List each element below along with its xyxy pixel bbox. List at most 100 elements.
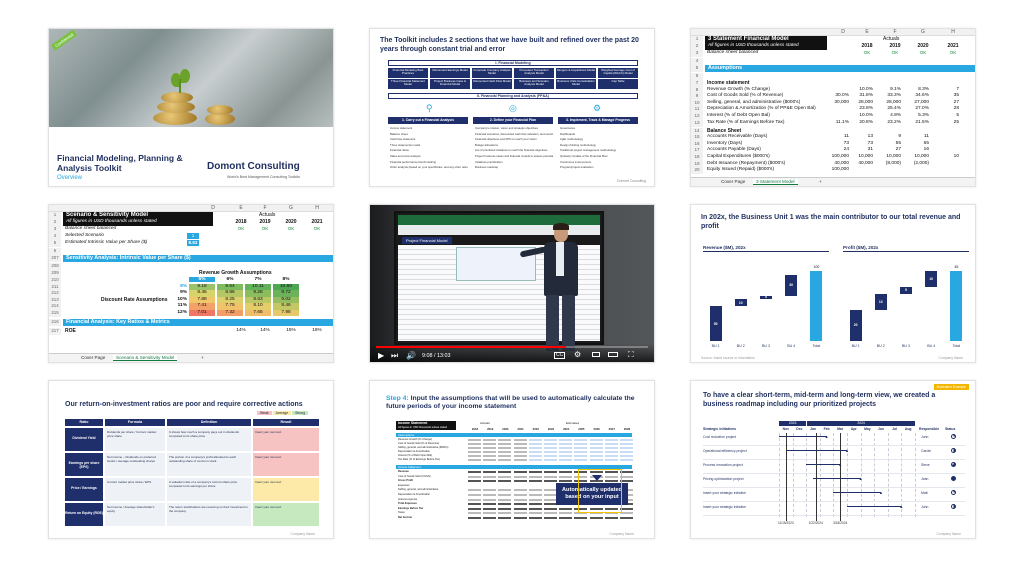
value-cell: [544, 443, 557, 445]
video-player[interactable]: Project Financial Model ▶ ⏭ 🔊 9:08 / 13:…: [369, 204, 655, 363]
year-header: 2020: [917, 43, 929, 49]
volume-icon[interactable]: 🔊: [406, 351, 416, 360]
progress-bar[interactable]: [376, 346, 648, 348]
scenario-input[interactable]: 1: [187, 233, 199, 239]
column-header: F: [893, 29, 897, 35]
value-cell: [559, 475, 573, 478]
ivps-value: 8.63: [187, 240, 199, 246]
value-cell: [544, 447, 557, 449]
row-number: 4: [691, 58, 703, 65]
status-icon: [951, 476, 956, 481]
row-number: 20: [691, 167, 703, 175]
date-label: 3/18/2024: [833, 521, 848, 525]
bs-value: 55: [895, 140, 901, 146]
add-sheet-button[interactable]: +: [201, 355, 204, 360]
slide-thumbnail-overview[interactable]: Confidential Financial Modeling, Plannin…: [48, 28, 334, 187]
value-cell: [498, 480, 512, 483]
assumption-label: Depreciation & Amortization: [398, 450, 431, 453]
slide-thumbnail-bu-charts[interactable]: In 202x, the Business Unit 1 was the mai…: [690, 204, 976, 363]
value-cell: [483, 507, 497, 510]
timeline-bar: [806, 464, 841, 465]
row-divider: [703, 445, 965, 446]
spreadsheet-3-statement-model[interactable]: D E F G H 13 Statement Financial Model Actuals…: [690, 28, 976, 187]
value-cell: [544, 471, 557, 473]
month-label: Nov: [782, 427, 789, 431]
row-number: 2: [691, 43, 703, 50]
year-header: 2024: [563, 427, 570, 431]
bs-label: Debt Issuance (Repayment) ($000's): [707, 160, 786, 166]
bs-value: 40,000: [858, 160, 873, 166]
fullscreen-icon[interactable]: ⛶: [628, 350, 634, 360]
status-icon: [951, 434, 956, 439]
value-cell: [483, 455, 497, 457]
section-header: Assumptions: [705, 65, 975, 72]
assumption-value: 28,000: [886, 99, 901, 105]
rga-label: Revenue Growth Assumptions: [199, 270, 272, 276]
bs-value: 13: [867, 134, 873, 140]
value-cell: [528, 471, 542, 473]
column-header: H: [951, 29, 955, 35]
slide-thumbnail-roi-ratios[interactable]: Our return-on-investment ratios are poor…: [48, 380, 334, 539]
slide-thumbnail-toolkit-sections[interactable]: The Toolkit includes 2 sections that we …: [369, 28, 655, 187]
category-label: BU 3: [761, 344, 770, 348]
date-label: 11/15/2023: [777, 521, 794, 525]
model-box: Three Financial Statement Model: [388, 79, 428, 89]
play-icon[interactable]: ▶: [378, 351, 384, 360]
data-label: 50: [713, 321, 718, 326]
row-number: 1: [49, 212, 61, 219]
ratio-formula: Current market price share / EPS: [105, 478, 165, 501]
step-bullet: Dashboards: [560, 131, 576, 136]
legend-strong: Strong: [292, 411, 309, 415]
tab-cover-page[interactable]: Cover Page: [81, 355, 105, 360]
value-cell: [468, 494, 481, 496]
value-cell: [559, 512, 573, 515]
bs-value: 24: [843, 147, 849, 153]
sensitivity-cell: 7.41: [189, 303, 215, 310]
value-cell: [528, 480, 542, 483]
value-cell: [468, 503, 481, 506]
add-sheet-button[interactable]: +: [819, 179, 822, 184]
illustrative-badge: Illustrative Example: [933, 384, 969, 390]
bs-header: Balance Sheet: [707, 127, 742, 134]
captions-icon[interactable]: CC: [554, 352, 566, 359]
value-cell: [483, 443, 497, 445]
value-cell: [574, 455, 588, 457]
value-cell: [589, 459, 603, 461]
value-cell: [513, 455, 527, 457]
slide-thumbnail-income-statement[interactable]: Step 4: Input the assumptions that will …: [369, 380, 655, 539]
timeline-bar: [847, 506, 902, 507]
value-cell: [513, 494, 527, 496]
column-header: G: [921, 29, 925, 35]
tab-cover-page[interactable]: Cover Page: [721, 179, 745, 184]
slide-thumbnail-roadmap[interactable]: Illustrative Example To have a clear sho…: [690, 380, 976, 539]
value-cell: [544, 455, 557, 457]
is-label: Total Expenses: [398, 502, 417, 506]
value-cell: [468, 512, 481, 515]
tab-scenario-sensitivity[interactable]: Scenario & Sensitivity Model: [113, 355, 178, 361]
status-icon: [951, 504, 956, 509]
next-icon[interactable]: ⏭: [391, 351, 398, 361]
step-header: 2. Define your Financial Plan: [473, 117, 553, 124]
year-header: 2022: [532, 427, 539, 431]
tab-3-statement-model[interactable]: 3 Statement Model: [753, 179, 798, 185]
sheet-tabs: Cover Page 3 Statement Model +: [691, 177, 975, 186]
model-box: Discounted Cash Flow Model: [472, 79, 512, 89]
spreadsheet-scenario-sensitivity[interactable]: D E F G H 1 Scenario & Sensitivity Model Actual…: [48, 204, 334, 363]
check-ok: OK: [919, 50, 927, 55]
is-label: Selling, general, and administrative: [398, 488, 439, 492]
bs-value: 65: [923, 140, 929, 146]
miniplayer-icon[interactable]: [592, 352, 600, 357]
rga-col: 8%: [282, 277, 290, 282]
step-bullet: Financial objectives and KPIs to reach y…: [475, 137, 537, 142]
owner-name: Steve: [921, 463, 930, 467]
settings-icon[interactable]: ⚙: [574, 350, 581, 359]
assumption-value: 23.2%: [887, 119, 901, 125]
owner-name: Carole: [921, 449, 931, 453]
coins-plant-photo: [49, 29, 333, 127]
assumption-value: 25: [953, 119, 959, 125]
bar: [810, 271, 823, 341]
is-label: Earnings Before Tax: [398, 506, 424, 510]
theater-icon[interactable]: [608, 352, 618, 357]
gear-icon: ⚙: [593, 103, 602, 113]
data-label: 10: [878, 300, 883, 305]
